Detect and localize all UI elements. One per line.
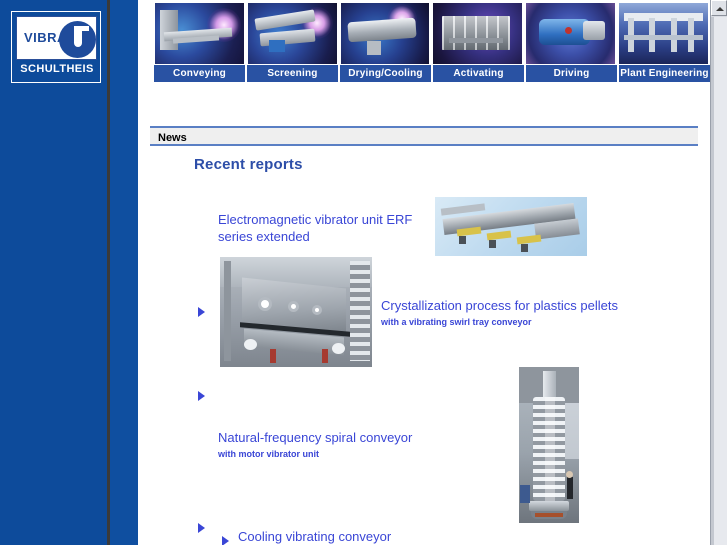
report-title-1-line2: series extended bbox=[218, 229, 310, 244]
nav-thumbnail-row bbox=[154, 2, 710, 64]
report-image-1[interactable] bbox=[435, 197, 587, 256]
header-white-gap bbox=[138, 0, 154, 86]
logo-j-bar-icon bbox=[74, 26, 89, 31]
left-blue-rail-inner bbox=[110, 0, 138, 545]
report-title-1: Electromagnetic vibrator unit ERF bbox=[218, 212, 413, 227]
main-content: News Recent reports Electromagnetic vibr… bbox=[138, 86, 710, 545]
nav-thumb-drying-cooling[interactable] bbox=[338, 2, 432, 64]
nav-thumb-activating[interactable] bbox=[431, 2, 525, 64]
bullet-arrow-icon bbox=[198, 307, 205, 317]
thumb-art bbox=[347, 17, 416, 43]
logo-white-box: VIBRA bbox=[16, 16, 97, 60]
report-subtitle-3: with motor vibrator unit bbox=[218, 449, 319, 459]
browser-viewport: VIBRA SCHULTHEIS Conveying Screening Dry… bbox=[0, 0, 727, 545]
page-title: Recent reports bbox=[194, 156, 303, 173]
thumb-art bbox=[442, 16, 510, 51]
report-title-3: Natural-frequency spiral conveyor bbox=[218, 430, 413, 445]
primary-navigation: Conveying Screening Drying/Cooling Activ… bbox=[154, 0, 710, 86]
bullet-arrow-icon bbox=[198, 391, 205, 401]
bullet-arrow-icon bbox=[198, 523, 205, 533]
vertical-scrollbar[interactable] bbox=[710, 0, 727, 545]
nav-thumb-conveying[interactable] bbox=[154, 2, 246, 64]
logo-wordmark-schultheis: SCHULTHEIS bbox=[20, 63, 94, 75]
thumb-art bbox=[160, 10, 179, 51]
scroll-up-button[interactable] bbox=[711, 0, 727, 16]
thumb-art bbox=[624, 34, 703, 40]
nav-thumb-screening[interactable] bbox=[245, 2, 339, 64]
report-link-1[interactable]: Electromagnetic vibrator unit ERF series… bbox=[218, 211, 423, 245]
nav-label-row: Conveying Screening Drying/Cooling Activ… bbox=[154, 64, 710, 83]
vibra-schultheis-logo[interactable]: VIBRA SCHULTHEIS bbox=[11, 11, 101, 83]
nav-item-drying-cooling[interactable]: Drying/Cooling bbox=[338, 65, 431, 82]
breadcrumb: News bbox=[150, 126, 698, 146]
thumb-art bbox=[449, 38, 503, 44]
nav-item-plant-engineering[interactable]: Plant Engineering bbox=[617, 65, 710, 82]
report-image-2[interactable] bbox=[220, 257, 372, 367]
report-title-4: Cooling vibrating conveyor bbox=[238, 529, 392, 544]
report-subtitle-2: with a vibrating swirl tray conveyor bbox=[381, 317, 532, 327]
breadcrumb-label: News bbox=[158, 132, 187, 144]
report-title-2: Crystallization process for plastics pel… bbox=[381, 298, 618, 313]
report-link-2[interactable]: Crystallization process for plastics pel… bbox=[381, 297, 681, 314]
nav-thumb-plant-engineering[interactable] bbox=[617, 2, 710, 64]
nav-thumb-driving[interactable] bbox=[524, 2, 618, 64]
report-link-3[interactable]: Natural-frequency spiral conveyor bbox=[218, 429, 498, 446]
thumb-art bbox=[367, 40, 382, 55]
thumb-art bbox=[583, 21, 606, 41]
thumb-art bbox=[269, 39, 286, 52]
nav-item-screening[interactable]: Screening bbox=[245, 65, 338, 82]
bullet-arrow-icon bbox=[222, 536, 229, 545]
report-image-3[interactable] bbox=[519, 367, 579, 523]
scroll-up-arrow-icon bbox=[716, 7, 724, 11]
report-link-4[interactable]: Cooling vibrating conveyor bbox=[238, 528, 518, 545]
nav-item-driving[interactable]: Driving bbox=[524, 65, 617, 82]
nav-item-activating[interactable]: Activating bbox=[431, 65, 524, 82]
nav-item-conveying[interactable]: Conveying bbox=[154, 65, 245, 82]
scrollbar-track-edge bbox=[711, 17, 714, 545]
